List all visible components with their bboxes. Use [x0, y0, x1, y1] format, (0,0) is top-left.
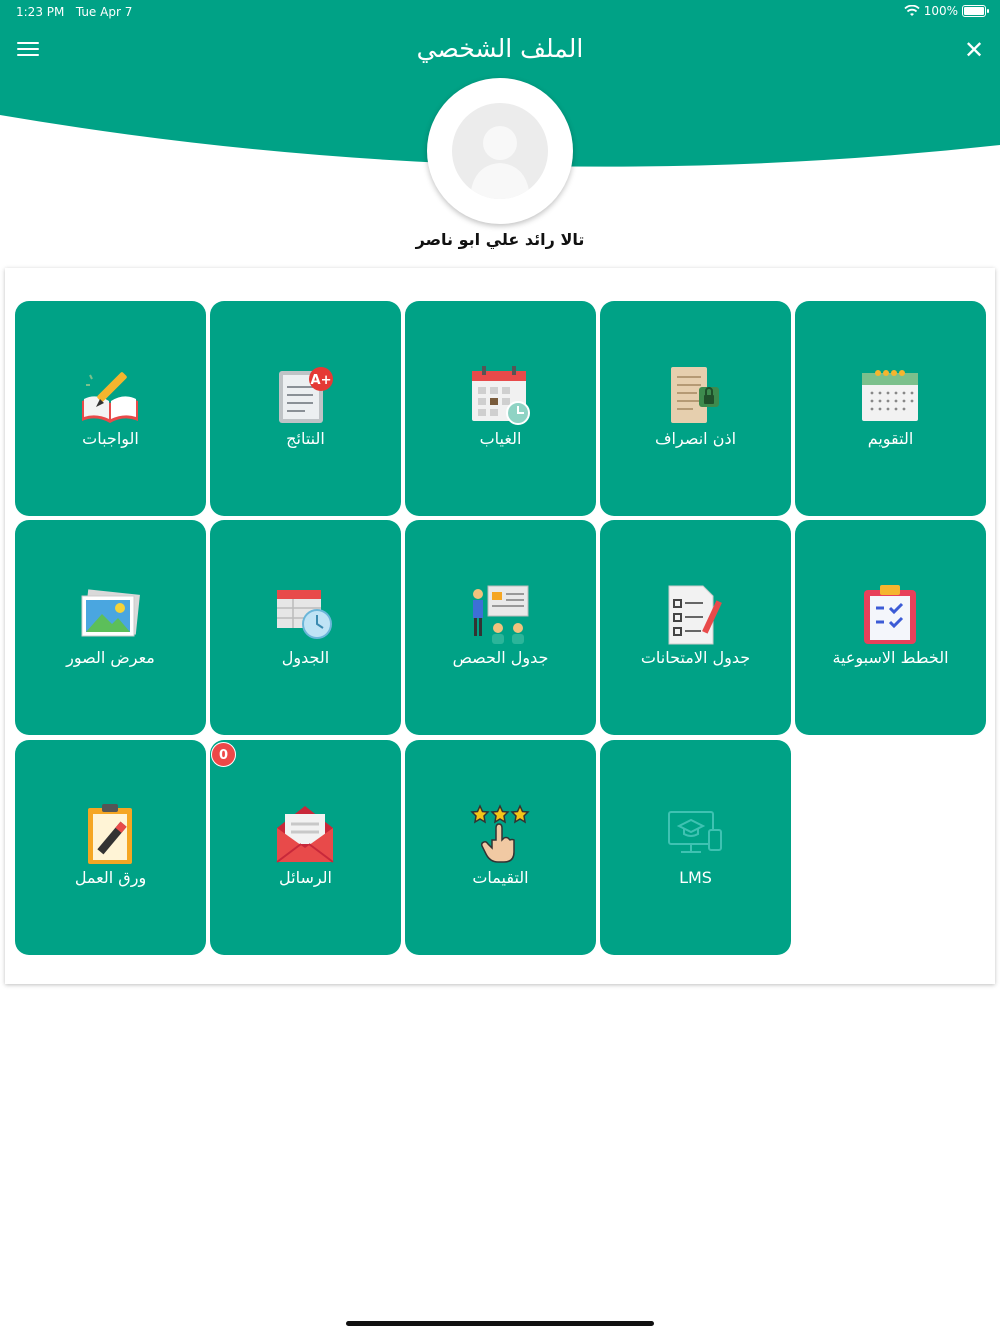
tile-label: ورق العمل — [74, 868, 147, 887]
svg-text:A+: A+ — [311, 373, 332, 388]
tile-label: جدول الحصص — [452, 648, 549, 667]
avatar[interactable] — [427, 78, 573, 224]
exam-schedule-icon — [668, 585, 722, 645]
menu-button[interactable] — [14, 38, 42, 64]
tile-label: الغياب — [479, 429, 522, 448]
tile-label: جدول الامتحانات — [640, 648, 751, 667]
home-indicator[interactable] — [346, 1321, 654, 1326]
results-icon: A+ — [279, 367, 333, 423]
lms-icon — [668, 811, 722, 853]
tile-label: معرض الصور — [66, 648, 155, 667]
tile-exam-schedule[interactable]: جدول الامتحانات — [600, 520, 791, 735]
calendar-icon — [862, 370, 918, 421]
messages-icon — [276, 806, 334, 863]
tile-absence[interactable]: الغياب — [405, 301, 596, 516]
tile-label: اذن انصراف — [654, 429, 737, 448]
hamburger-icon — [17, 42, 39, 44]
tile-lms[interactable]: LMS — [600, 740, 791, 955]
tile-calendar[interactable]: التقويم — [795, 301, 986, 516]
tile-label: الواجبات — [82, 429, 139, 448]
weekly-plan-icon — [864, 585, 916, 644]
page-title: الملف الشخصي — [416, 34, 584, 63]
avatar-placeholder-icon — [452, 103, 548, 199]
tile-leave-permission[interactable]: اذن انصراف — [600, 301, 791, 516]
tile-ratings[interactable]: التقيمات — [405, 740, 596, 955]
tile-timetable[interactable]: الجدول — [210, 520, 401, 735]
messages-unread-badge: 0 — [211, 742, 236, 767]
tile-weekly-plan[interactable]: الخطط الاسبوعية — [795, 520, 986, 735]
battery-percent: 100% — [923, 4, 958, 18]
status-time: 1:23 PM Tue Apr 7 — [16, 5, 133, 19]
tile-label: الجدول — [281, 648, 330, 667]
tile-results[interactable]: A+ النتائج — [210, 301, 401, 516]
user-name: تالا رائد علي ابو ناصر — [415, 230, 585, 249]
homework-icon — [82, 372, 138, 423]
status-right: 100% — [904, 4, 989, 18]
tile-homework[interactable]: الواجبات — [15, 301, 206, 516]
tile-worksheet[interactable]: ورق العمل — [15, 740, 206, 955]
tile-label: LMS — [679, 868, 712, 887]
tile-class-schedule[interactable]: جدول الحصص — [405, 520, 596, 735]
ratings-icon — [470, 804, 530, 863]
leave-permission-icon — [671, 367, 719, 423]
gallery-icon — [81, 589, 140, 637]
close-icon: ✕ — [963, 36, 985, 64]
close-button[interactable]: ✕ — [960, 36, 988, 64]
absence-calendar-icon — [472, 366, 530, 425]
status-bar: 1:23 PM Tue Apr 7 100% — [0, 0, 1000, 24]
tile-label: النتائج — [286, 429, 325, 448]
tile-messages[interactable]: الرسائل — [210, 740, 401, 955]
tile-label: الرسائل — [279, 868, 332, 887]
tile-label: الخطط الاسبوعية — [832, 648, 949, 667]
wifi-icon — [904, 5, 920, 16]
timetable-icon — [277, 590, 332, 639]
tile-label: التقويم — [867, 429, 914, 448]
worksheet-icon — [88, 804, 132, 864]
tile-label: التقيمات — [472, 868, 529, 887]
tile-gallery[interactable]: معرض الصور — [15, 520, 206, 735]
battery-icon — [962, 5, 989, 17]
class-schedule-icon — [473, 585, 529, 644]
